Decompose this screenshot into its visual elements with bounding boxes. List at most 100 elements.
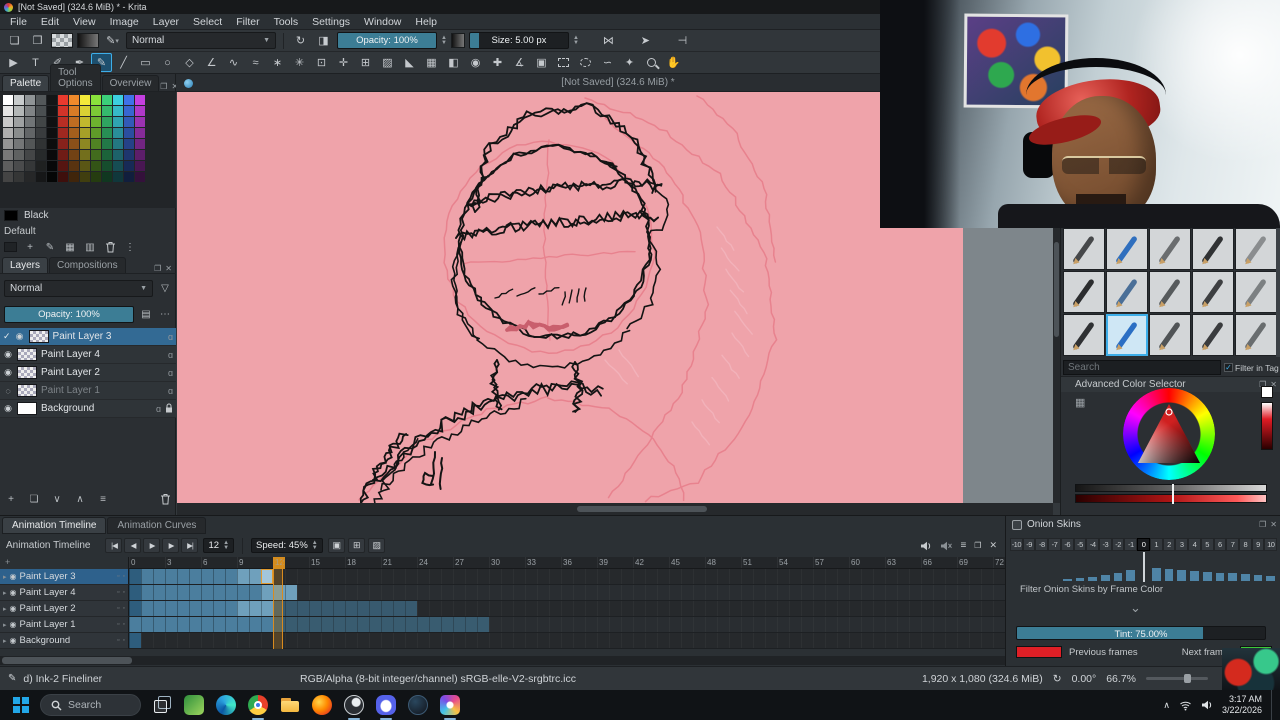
frame-span[interactable] [141,601,237,616]
search-input[interactable] [68,699,130,711]
dynamic-brush-tool[interactable]: ∗ [267,53,288,72]
palette-swatch[interactable] [14,128,24,138]
palette-swatch[interactable] [69,106,79,116]
layer-more-button[interactable]: ⋯ [158,308,172,322]
brush-preset-tile[interactable] [1192,228,1234,270]
text-tool[interactable]: T [25,53,46,72]
onion-frame-7[interactable]: 7 [1226,538,1239,551]
layer-row[interactable]: ◉ Background ɑ [0,400,176,418]
frame-ruler[interactable]: 0 3 6 9 12 15 18 21 24 27 30 33 36 39 42 45 48 51 54 57 60 63… [0,557,1005,569]
layer-visibility-toggle[interactable]: ◉ [15,331,25,342]
palette-swatch[interactable] [80,95,90,105]
gradient-tool[interactable]: ▨ [377,53,398,72]
palette-swatch[interactable] [113,95,123,105]
palette-swatch[interactable] [113,161,123,171]
frame-span[interactable] [273,617,489,632]
pattern-edit-tool[interactable]: ▦ [421,53,442,72]
palette-swatch[interactable] [135,172,145,182]
scroll-handle[interactable] [2,657,132,664]
timeline-layer-label[interactable]: ▸ ◉ Background ▫ ◦ [0,633,129,649]
onion-frame-4[interactable]: 4 [1188,538,1201,551]
tab-palette[interactable]: Palette [2,75,50,91]
onion-frame--4[interactable]: -4 [1086,538,1100,551]
onion-opacity-bar[interactable] [1126,570,1136,581]
onion-frame-6[interactable]: 6 [1213,538,1227,551]
palette-swatch[interactable] [58,139,68,149]
layer-onion-icon[interactable]: ▫ [117,589,119,596]
palette-swatch[interactable] [3,139,13,149]
frame-span[interactable] [129,633,141,648]
taskbar-app-discord[interactable] [373,692,399,720]
zoom-percent[interactable]: 66.7% [1106,673,1136,685]
measure-tool[interactable]: ∡ [509,53,530,72]
menu-select[interactable]: Select [186,15,229,29]
brush-preset-tile[interactable] [1235,271,1277,313]
palette-swatch[interactable] [58,95,68,105]
snap-settings-button[interactable]: ⊣ [673,32,692,50]
palette-swatch[interactable] [135,150,145,160]
move-layer-up-button[interactable]: ∧ [73,492,87,506]
gradient-chooser[interactable] [77,33,99,48]
palette-swatch[interactable] [47,150,57,160]
palette-swatch[interactable] [25,106,35,116]
palette-swatch[interactable] [14,172,24,182]
menu-help[interactable]: Help [408,15,444,29]
layer-visibility-toggle[interactable]: ◉ [3,367,13,378]
timeline-layer-label[interactable]: ▸ ◉ Paint Layer 4 ▫ ◦ [0,585,129,601]
menu-view[interactable]: View [66,15,103,29]
palette-swatch[interactable] [124,95,134,105]
timeline-frames-area[interactable] [129,633,1005,649]
pattern-chooser[interactable] [51,33,73,48]
palette-swatch[interactable] [47,106,57,116]
scroll-handle[interactable] [1054,242,1059,337]
menu-tools[interactable]: Tools [267,15,306,29]
palette-swatch[interactable] [14,139,24,149]
palette-swatch[interactable] [113,117,123,127]
opacity-spin-arrows[interactable]: ▲ ▼ [441,35,447,46]
pan-tool[interactable]: ✋ [663,53,684,72]
taskbar-app-steam[interactable] [405,692,431,718]
lightness-shade-slider[interactable] [1075,484,1267,494]
layer-visibility-icon[interactable]: ◉ [10,636,17,645]
menu-layer[interactable]: Layer [146,15,186,29]
palette-swatch[interactable] [36,172,46,182]
palette-swatch[interactable] [135,117,145,127]
previous-frame-button[interactable]: ◀ [124,538,142,553]
next-frame-button[interactable]: ▶ [162,538,180,553]
palette-swatch[interactable] [80,106,90,116]
palette-swatch[interactable] [80,117,90,127]
palette-swatch[interactable] [47,139,57,149]
timeline-layer-label[interactable]: ▸ ◉ Paint Layer 2 ▫ ◦ [0,601,129,617]
layer-pin-icon[interactable]: ◦ [123,637,125,644]
palette-swatch[interactable] [113,139,123,149]
show-desktop-button[interactable] [1271,690,1274,720]
onion-opacity-bar[interactable] [1062,579,1072,581]
palette-swatch[interactable] [14,117,24,127]
palette-swatch[interactable] [102,150,112,160]
palette-swatch[interactable] [124,172,134,182]
taskbar-search[interactable] [40,694,141,716]
layer-pin-icon[interactable]: ◦ [123,621,125,628]
layer-dropdown-button[interactable]: ∨ [50,492,64,506]
onion-frame--9[interactable]: -9 [1022,538,1036,551]
palette-swatch[interactable] [69,161,79,171]
onion-frame-9[interactable]: 9 [1251,538,1265,551]
onion-opacity-bar[interactable] [1190,571,1199,581]
palette-swatch[interactable] [58,150,68,160]
palette-swatch[interactable] [58,128,68,138]
menu-filter[interactable]: Filter [229,15,266,29]
zoom-slider-handle[interactable] [1184,674,1192,683]
selector-shape-icon[interactable]: ▦ [1075,396,1085,409]
size-spin-arrows[interactable]: ▲ ▼ [573,35,579,46]
brush-preset-tile[interactable] [1106,314,1148,356]
brush-preset-tile[interactable] [1106,271,1148,313]
timeline-layer-label[interactable]: ▸ ◉ Paint Layer 1 ▫ ◦ [0,617,129,633]
palette-swatch[interactable] [113,172,123,182]
volume-icon[interactable] [920,541,932,551]
layer-row[interactable]: ◌ Paint Layer 1 ɑ [0,382,176,400]
tray-expand-chevron[interactable]: ∧ [1163,700,1170,711]
palette-swatch[interactable] [36,139,46,149]
layer-pin-icon[interactable]: ◦ [123,589,125,596]
layer-visibility-icon[interactable]: ◉ [10,620,17,629]
taskbar-clock[interactable]: 3:17 AM 3/22/2026 [1222,694,1262,716]
